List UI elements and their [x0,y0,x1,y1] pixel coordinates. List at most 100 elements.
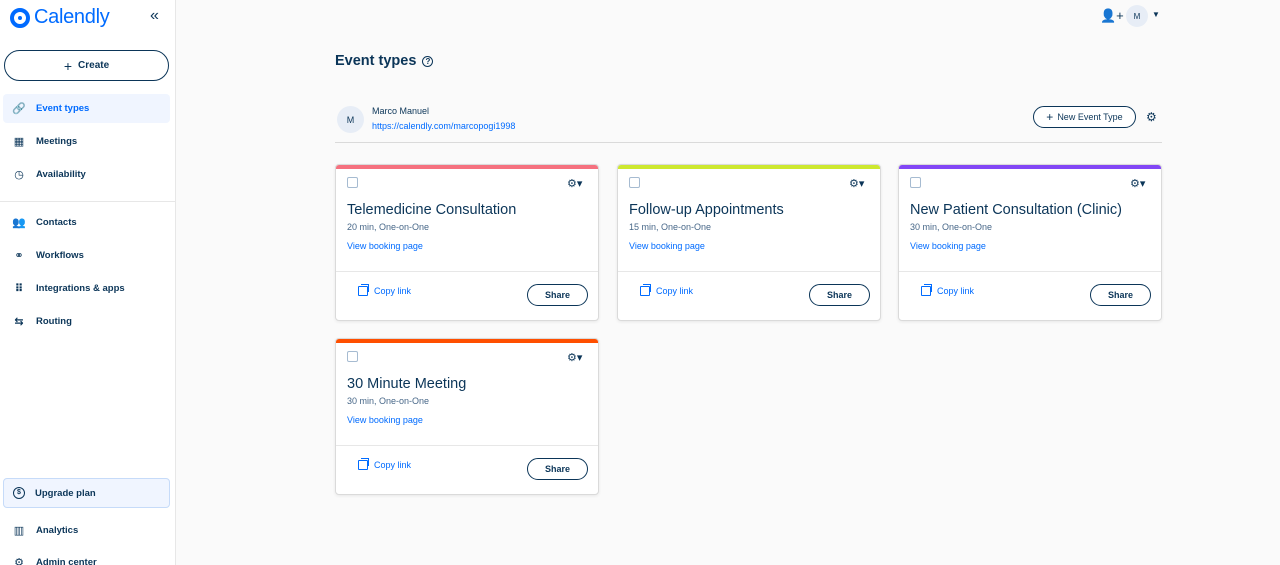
routing-icon: ⇆ [14,316,24,328]
card-divider [899,271,1161,272]
contacts-icon: 👥 [12,217,26,229]
owner-avatar: M [337,106,364,133]
sidebar-item-label: Admin center [36,557,97,565]
copy-link-button[interactable]: Copy link [921,284,975,296]
sidebar-item-label: Workflows [36,250,84,261]
event-select-checkbox[interactable] [347,177,358,188]
event-color-bar [336,165,598,169]
copy-icon [358,458,369,470]
page-title-text: Event types [335,53,417,69]
event-select-checkbox[interactable] [347,351,358,362]
copy-link-button[interactable]: Copy link [358,284,412,296]
event-card: ⚙▾ New Patient Consultation (Clinic) 30 … [898,164,1162,321]
event-select-checkbox[interactable] [629,177,640,188]
apps-grid-icon: ⠿ [14,283,24,295]
upgrade-plan-button[interactable]: $ Upgrade plan [3,478,170,508]
user-avatar[interactable]: M [1126,5,1148,27]
new-event-type-button[interactable]: + New Event Type [1033,106,1136,128]
link-icon: 🔗 [12,103,26,115]
help-icon[interactable]: ? [422,55,434,67]
gear-icon[interactable]: ⚙ [1146,110,1157,124]
copy-icon [921,284,932,296]
event-subtitle: 30 min, One-on-One [347,396,430,406]
sidebar-item-label: Event types [36,103,90,114]
create-button[interactable]: + Create [4,50,169,81]
sidebar-item-label: Availability [36,169,86,180]
copy-icon [640,284,651,296]
workflow-icon: ⚭ [14,250,24,262]
sidebar-item-label: Integrations & apps [36,283,125,294]
sidebar-item-analytics[interactable]: ▥ Analytics [3,516,170,545]
sidebar-item-routing[interactable]: ⇆ Routing [3,307,170,336]
page-title: Event types ? [335,53,434,69]
share-button[interactable]: Share [527,284,588,306]
event-title: New Patient Consultation (Clinic) [910,202,1122,218]
copy-link-label: Copy link [374,460,412,470]
sidebar-item-event-types[interactable]: 🔗 Event types [3,94,170,123]
card-divider [336,271,598,272]
sidebar-item-label: Analytics [36,525,79,536]
event-title: Telemedicine Consultation [347,202,517,218]
event-subtitle: 15 min, One-on-One [629,222,712,232]
copy-link-label: Copy link [656,286,694,296]
add-user-icon[interactable]: 👤+ [1100,8,1124,24]
event-color-bar [618,165,880,169]
copy-link-label: Copy link [374,286,412,296]
dollar-icon: $ [13,487,25,499]
sidebar-divider [0,201,176,202]
sidebar-item-availability[interactable]: ◷ Availability [3,160,170,189]
event-title: 30 Minute Meeting [347,376,467,392]
view-booking-link[interactable]: View booking page [347,241,423,251]
gear-dropdown-icon[interactable]: ⚙▾ [849,177,864,190]
collapse-sidebar-icon[interactable]: « [150,7,159,25]
section-divider [335,142,1162,143]
event-color-bar [899,165,1161,169]
sidebar-item-admin-center[interactable]: ⚙ Admin center [3,548,170,565]
event-subtitle: 20 min, One-on-One [347,222,430,232]
calendar-icon: ▦ [13,136,25,148]
copy-link-button[interactable]: Copy link [640,284,694,296]
view-booking-link[interactable]: View booking page [347,415,423,425]
clock-icon: ◷ [14,169,24,181]
copy-link-label: Copy link [937,286,975,296]
calendly-logo-icon [10,7,30,28]
sidebar-item-label: Routing [36,316,72,327]
create-label: Create [78,60,110,71]
sidebar-item-label: Meetings [36,136,78,147]
upgrade-label: Upgrade plan [35,487,96,499]
gear-dropdown-icon[interactable]: ⚙▾ [1130,177,1145,190]
gear-dropdown-icon[interactable]: ⚙▾ [567,351,582,364]
new-event-label: New Event Type [1057,112,1123,122]
share-button[interactable]: Share [527,458,588,480]
event-title: Follow-up Appointments [629,202,784,218]
sidebar-item-integrations[interactable]: ⠿ Integrations & apps [3,274,170,303]
event-subtitle: 30 min, One-on-One [910,222,993,232]
view-booking-link[interactable]: View booking page [629,241,705,251]
copy-icon [358,284,369,296]
event-card: ⚙▾ 30 Minute Meeting 30 min, One-on-One … [335,338,599,495]
event-color-bar [336,339,598,343]
share-button[interactable]: Share [809,284,870,306]
view-booking-link[interactable]: View booking page [910,241,986,251]
owner-name: Marco Manuel [372,106,430,116]
event-card: ⚙▾ Telemedicine Consultation 20 min, One… [335,164,599,321]
event-card: ⚙▾ Follow-up Appointments 15 min, One-on… [617,164,881,321]
plus-icon: + [1046,110,1054,124]
sidebar-item-label: Contacts [36,217,77,228]
copy-link-button[interactable]: Copy link [358,458,412,470]
card-divider [618,271,880,272]
admin-icon: ⚙ [14,557,24,565]
calendly-logo[interactable]: Calendly [10,6,110,29]
sidebar-item-workflows[interactable]: ⚭ Workflows [3,241,170,270]
analytics-icon: ▥ [13,525,25,537]
sidebar-item-meetings[interactable]: ▦ Meetings [3,127,170,156]
event-select-checkbox[interactable] [910,177,921,188]
caret-down-icon[interactable]: ▼ [1152,10,1160,19]
card-divider [336,445,598,446]
owner-booking-link[interactable]: https://calendly.com/marcopogi1998 [372,121,515,131]
gear-dropdown-icon[interactable]: ⚙▾ [567,177,582,190]
plus-icon: + [63,57,73,74]
sidebar-item-contacts[interactable]: 👥 Contacts [3,208,170,237]
sidebar: Calendly « + Create 🔗 Event types ▦ Meet… [0,0,176,565]
share-button[interactable]: Share [1090,284,1151,306]
